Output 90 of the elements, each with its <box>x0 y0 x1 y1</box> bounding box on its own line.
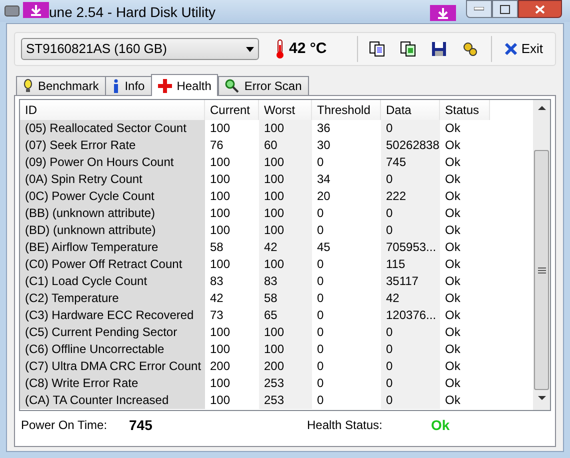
table-cell: 100 <box>259 120 312 137</box>
table-cell: (C5) Current Pending Sector <box>20 324 205 341</box>
info-icon <box>112 79 120 93</box>
table-cell: 0 <box>381 341 440 358</box>
cross-icon <box>158 78 172 92</box>
table-cell: 253 <box>259 392 312 409</box>
column-header[interactable]: ID <box>20 100 205 120</box>
table-cell: (C0) Power Off Retract Count <box>20 256 205 273</box>
table-cell: 0 <box>381 324 440 341</box>
table-cell: 58 <box>259 290 312 307</box>
table-cell: 100 <box>259 154 312 171</box>
table-cell: (07) Seek Error Rate <box>20 137 205 154</box>
maximize-button[interactable] <box>492 0 518 18</box>
window-title: une 2.54 - Hard Disk Utility <box>49 3 216 22</box>
table-cell: 0 <box>381 392 440 409</box>
table-cell: 120376... <box>381 307 440 324</box>
magnifier-icon <box>225 79 240 93</box>
table-cell: (09) Power On Hours Count <box>20 154 205 171</box>
health-status-label: Health Status: <box>307 417 384 434</box>
app-icon <box>4 3 20 19</box>
tab[interactable]: Error Scan <box>218 76 309 95</box>
scroll-down-icon <box>538 396 546 400</box>
table-cell: 42 <box>381 290 440 307</box>
close-icon <box>504 42 518 56</box>
table-cell: 115 <box>381 256 440 273</box>
table-cell: 42 <box>259 239 312 256</box>
download-badge-icon <box>430 5 456 21</box>
power-on-value: 745 <box>129 416 154 434</box>
thermometer-icon <box>275 39 285 59</box>
table-cell: 705953... <box>381 239 440 256</box>
table-cell: (C6) Offline Uncorrectable <box>20 341 205 358</box>
power-on-label: Power On Time: <box>21 417 108 434</box>
dropdown-arrow-icon <box>246 46 254 52</box>
table-cell: (BB) (unknown attribute) <box>20 205 205 222</box>
scroll-up-icon <box>538 106 546 110</box>
table-cell: (05) Reallocated Sector Count <box>20 120 205 137</box>
table-cell: 35117 <box>381 273 440 290</box>
table-cell: 100 <box>259 222 312 239</box>
temperature-reading: 42 °C <box>289 38 327 59</box>
table-cell: (CA) TA Counter Increased <box>20 392 205 409</box>
tab[interactable]: Info <box>104 76 152 95</box>
column-header[interactable]: Threshold <box>312 100 381 120</box>
column-header[interactable]: Current <box>205 100 259 120</box>
exit-button[interactable]: Exit <box>502 38 545 60</box>
table-cell: 253 <box>259 375 312 392</box>
tab[interactable]: Health <box>150 74 218 96</box>
table-cell: 200 <box>259 358 312 375</box>
download-badge-icon <box>23 2 49 18</box>
table-cell: 60 <box>259 137 312 154</box>
table-cell: 0 <box>381 358 440 375</box>
table-cell: 50262838 <box>381 137 440 154</box>
table-cell: 745 <box>381 154 440 171</box>
tab[interactable]: Benchmark <box>16 76 106 95</box>
table-cell: (0C) Power Cycle Count <box>20 188 205 205</box>
table-cell: 0 <box>381 205 440 222</box>
health-status-value: Ok <box>431 416 450 434</box>
maximize-icon <box>500 4 510 14</box>
column-header[interactable]: Worst <box>259 100 312 120</box>
close-icon <box>535 4 545 14</box>
close-button[interactable] <box>518 0 562 18</box>
table-cell: 100 <box>259 188 312 205</box>
table-cell: 100 <box>259 171 312 188</box>
grip-icon <box>538 266 546 274</box>
table-cell: 100 <box>259 324 312 341</box>
table-cell: 65 <box>259 307 312 324</box>
bulb-icon <box>23 79 33 93</box>
column-header[interactable]: Data <box>381 100 440 120</box>
table-cell: (0A) Spin Retry Count <box>20 171 205 188</box>
table-cell: 0 <box>381 375 440 392</box>
scrollbar[interactable] <box>533 100 550 410</box>
table-cell: 222 <box>381 188 440 205</box>
table-cell: 0 <box>381 120 440 137</box>
table-cell: (C1) Load Cycle Count <box>20 273 205 290</box>
table-cell: 100 <box>259 205 312 222</box>
scroll-thumb[interactable] <box>534 150 549 390</box>
table-cell: (BE) Airflow Temperature <box>20 239 205 256</box>
table-cell: (C3) Hardware ECC Recovered <box>20 307 205 324</box>
table-cell: (BD) (unknown attribute) <box>20 222 205 239</box>
drive-dropdown[interactable]: ST9160821AS (160 GB) <box>21 38 259 60</box>
table-cell: (C2) Temperature <box>20 290 205 307</box>
table-cell: (C7) Ultra DMA CRC Error Count <box>20 358 205 375</box>
table-cell: 0 <box>381 171 440 188</box>
table-cell: 0 <box>381 222 440 239</box>
table-cell: 83 <box>259 273 312 290</box>
column-header[interactable]: Status <box>440 100 490 120</box>
table-cell: 100 <box>259 341 312 358</box>
table-cell: (C8) Write Error Rate <box>20 375 205 392</box>
minimize-button[interactable] <box>466 0 492 18</box>
minimize-icon <box>474 7 484 11</box>
table-cell: 100 <box>259 256 312 273</box>
